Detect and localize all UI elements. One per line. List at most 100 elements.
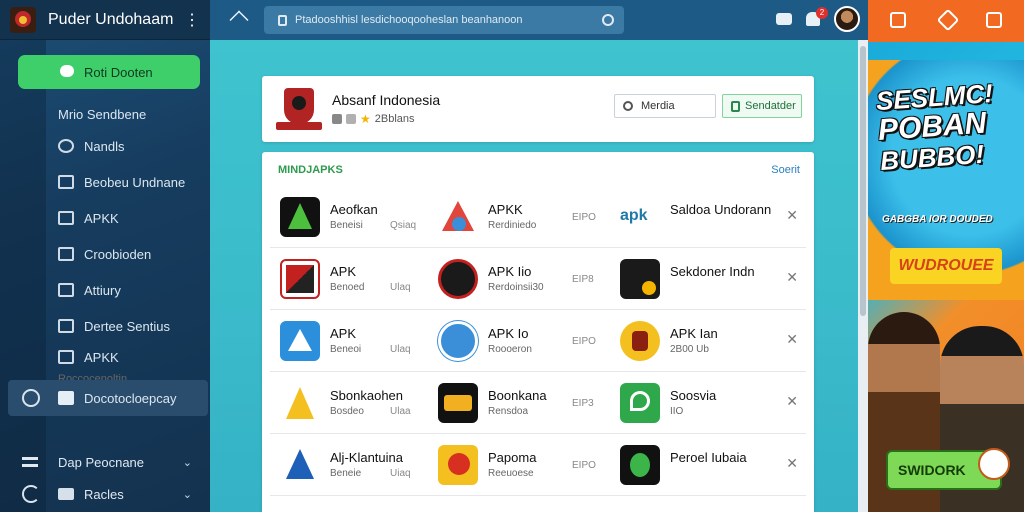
header-card: Absanf Indonesia ★ 2Bblans Merdia Sendat… bbox=[262, 76, 814, 142]
table-row[interactable]: Aeofkan Beneisi Qsiaq APKK Rerdiniedo EI… bbox=[270, 186, 806, 248]
avatar[interactable] bbox=[834, 6, 860, 32]
app-name[interactable]: APK Ian bbox=[670, 326, 718, 341]
primary-action-button[interactable]: Roti Dooten bbox=[18, 55, 200, 89]
app-size: EIPO bbox=[572, 460, 596, 471]
app-icon[interactable] bbox=[280, 383, 320, 423]
sidebar-bottom-label: Racles bbox=[84, 486, 124, 502]
store-icon[interactable] bbox=[776, 13, 792, 25]
sidebar-item-label: Mrio Sendbene bbox=[58, 106, 147, 122]
close-icon[interactable]: ✕ bbox=[786, 269, 798, 286]
app-name[interactable]: Soosvia bbox=[670, 388, 716, 403]
app-icon[interactable]: apk bbox=[620, 197, 660, 237]
app-name[interactable]: APK bbox=[330, 326, 356, 341]
sidebar: Puder Undohaam ⋮ Roti Dooten Mrio Sendbe… bbox=[0, 0, 210, 512]
close-icon[interactable]: ✕ bbox=[786, 207, 798, 224]
scrollbar-thumb[interactable] bbox=[860, 46, 866, 316]
table-row[interactable]: Sbonkaohen Bosdeo Ulaa Boonkana Rensdoa … bbox=[270, 372, 806, 434]
sidebar-item-7[interactable]: APKK bbox=[0, 344, 210, 370]
card-search-input[interactable]: Merdia bbox=[614, 94, 716, 118]
sidebar-item-5[interactable]: Attiury bbox=[0, 272, 210, 308]
app-name[interactable]: APK Iio bbox=[488, 264, 531, 279]
app-icon[interactable] bbox=[280, 445, 320, 485]
chart-icon bbox=[58, 211, 74, 225]
app-name[interactable]: Papoma bbox=[488, 450, 536, 465]
app-name[interactable]: Saldoa Undorann bbox=[670, 202, 771, 217]
app-size: Ulaa bbox=[390, 406, 411, 417]
refresh-icon[interactable] bbox=[22, 389, 40, 407]
diamond-icon[interactable] bbox=[936, 8, 960, 32]
sidebar-nav: Mrio Sendbene Nandls Beobeu Undnane APKK… bbox=[0, 100, 210, 416]
sidebar-item-label: APKK bbox=[84, 349, 119, 365]
sidebar-item-0[interactable]: Mrio Sendbene bbox=[0, 100, 210, 128]
ad-headline: SESLMC! POBAN BUBBO! bbox=[875, 78, 998, 176]
app-size: Ulaq bbox=[390, 282, 411, 293]
reload-icon[interactable] bbox=[22, 485, 40, 503]
circle-icon bbox=[58, 139, 74, 153]
table-row[interactable]: APK Benoed Ulaq APK Iio Rerdoinsii30 EIP… bbox=[270, 248, 806, 310]
sidebar-item-2[interactable]: Beobeu Undnane bbox=[0, 164, 210, 200]
app-icon[interactable] bbox=[620, 383, 660, 423]
search-bar[interactable]: Ptadooshhisl lesdichooqooheslan beanhano… bbox=[264, 6, 624, 34]
scrollbar[interactable] bbox=[858, 40, 868, 512]
kebab-icon[interactable]: ⋮ bbox=[184, 10, 200, 30]
app-icon[interactable] bbox=[438, 259, 478, 299]
app-icon[interactable] bbox=[280, 197, 320, 237]
send-button[interactable]: Sendatder bbox=[722, 94, 802, 118]
sidebar-item-3[interactable]: APKK bbox=[0, 200, 210, 236]
app-logo[interactable] bbox=[10, 6, 36, 33]
sidebar-bottom-item-0[interactable]: Dap Peocnane ⌄ bbox=[0, 446, 210, 478]
ad-pill-button[interactable]: WUDROUEE bbox=[890, 248, 1002, 284]
close-icon[interactable]: ✕ bbox=[786, 331, 798, 348]
sidebar-item-1[interactable]: Nandls bbox=[0, 128, 210, 164]
close-icon[interactable]: ✕ bbox=[786, 393, 798, 410]
window-icon[interactable] bbox=[890, 12, 906, 28]
app-icon[interactable] bbox=[438, 383, 478, 423]
app-name[interactable]: APKK bbox=[488, 202, 523, 217]
document-icon bbox=[278, 14, 287, 26]
sort-link[interactable]: Soerit bbox=[771, 164, 800, 176]
app-name[interactable]: Alj-Klantuina bbox=[330, 450, 403, 465]
table-row[interactable]: APK Beneoi Ulaq APK Io Roooeron EIPO APK… bbox=[270, 310, 806, 372]
list-heading: MINDJAPKS bbox=[278, 164, 343, 176]
star-icon: ★ bbox=[360, 112, 371, 126]
app-icon[interactable] bbox=[280, 321, 320, 361]
close-icon[interactable]: ✕ bbox=[786, 455, 798, 472]
top-icons: 2 bbox=[776, 6, 860, 32]
app-icon[interactable] bbox=[438, 197, 478, 237]
app-icon[interactable] bbox=[620, 321, 660, 361]
app-name[interactable]: Peroel Iubaia bbox=[670, 450, 747, 465]
square-icon bbox=[58, 247, 74, 261]
table-row[interactable]: Alj-Klantuina Beneie Uiaq Papoma Reeuoes… bbox=[270, 434, 806, 496]
app-name[interactable]: Sekdoner Indn bbox=[670, 264, 755, 279]
app-name[interactable]: Aeofkan bbox=[330, 202, 378, 217]
app-name[interactable]: Sbonkaohen bbox=[330, 388, 403, 403]
search-icon bbox=[623, 101, 633, 111]
chevron-down-icon[interactable]: ⌄ bbox=[183, 456, 192, 469]
sidebar-item-9[interactable]: Docotocloepcay bbox=[8, 380, 208, 416]
send-button-label: Sendatder bbox=[745, 100, 796, 112]
app-name[interactable]: APK Io bbox=[488, 326, 528, 341]
app-name[interactable]: APK bbox=[330, 264, 356, 279]
cloud-icon bbox=[60, 65, 74, 77]
sidebar-item-6[interactable]: Dertee Sentius bbox=[0, 308, 210, 344]
bell-icon[interactable]: 2 bbox=[806, 7, 828, 26]
menu-icon[interactable] bbox=[22, 457, 38, 467]
home-icon[interactable] bbox=[229, 10, 249, 30]
settings-icon[interactable] bbox=[986, 12, 1002, 28]
app-size: EIPO bbox=[572, 336, 596, 347]
sidebar-bottom-item-1[interactable]: Racles ⌄ bbox=[0, 478, 210, 510]
app-name[interactable]: Boonkana bbox=[488, 388, 547, 403]
chevron-down-icon[interactable]: ⌄ bbox=[183, 488, 192, 501]
mic-icon[interactable] bbox=[602, 14, 614, 26]
sidebar-item-4[interactable]: Croobioden bbox=[0, 236, 210, 272]
organization-logo bbox=[276, 86, 322, 132]
app-icon[interactable] bbox=[280, 259, 320, 299]
app-list-card: MINDJAPKS Soerit Aeofkan Beneisi Qsiaq A… bbox=[262, 152, 814, 512]
app-icon[interactable] bbox=[438, 321, 478, 361]
ad-cta-button[interactable]: SWIDORK bbox=[886, 448, 1010, 490]
search-input[interactable]: Ptadooshhisl lesdichooqooheslan beanhano… bbox=[295, 14, 523, 26]
app-icon[interactable] bbox=[620, 259, 660, 299]
app-icon[interactable] bbox=[438, 445, 478, 485]
ad-banner[interactable]: SESLMC! POBAN BUBBO! GABGBA IOR DOUDED W… bbox=[868, 0, 1024, 512]
app-icon[interactable] bbox=[620, 445, 660, 485]
